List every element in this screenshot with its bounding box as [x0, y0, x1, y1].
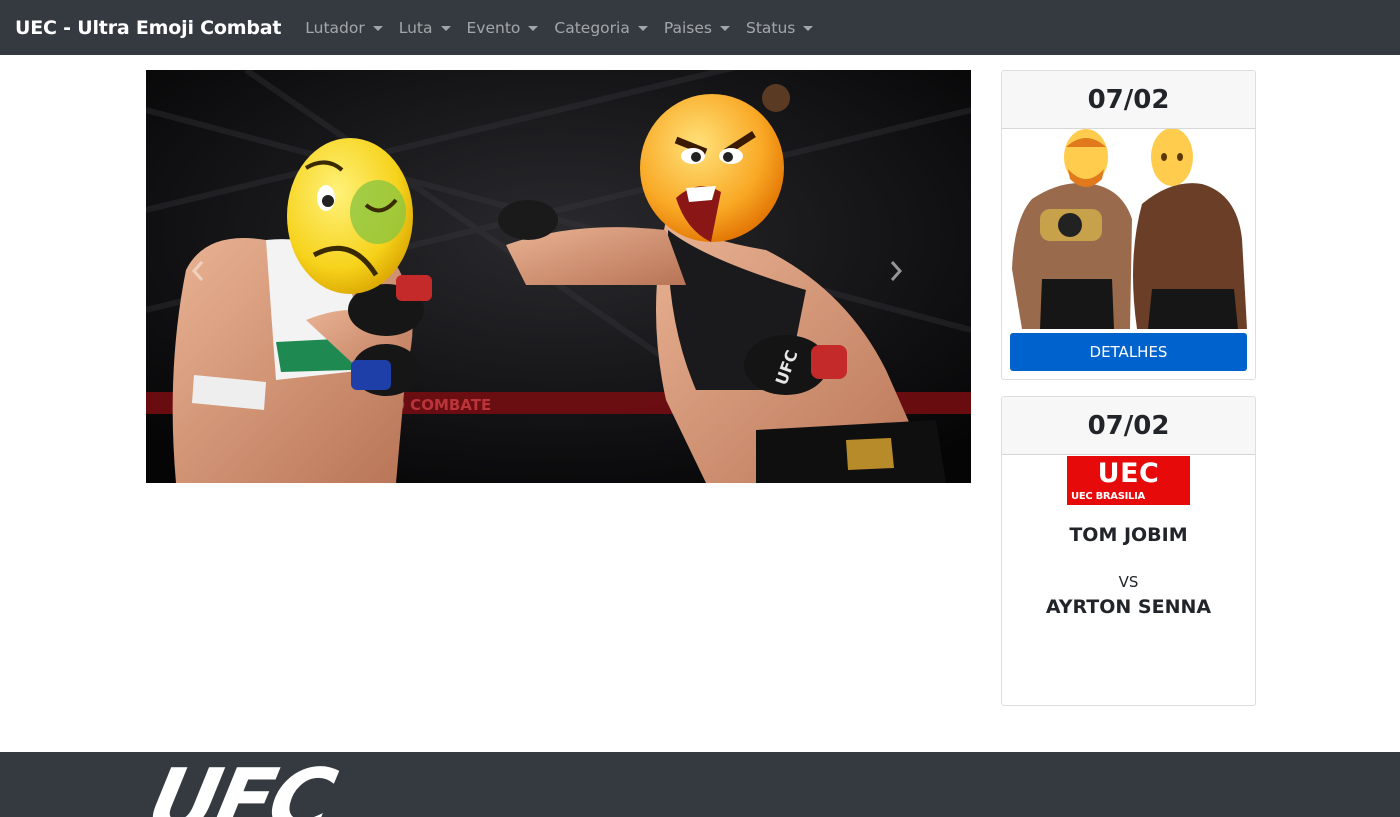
angry-emoji-icon [640, 94, 784, 242]
fighters-photo [1002, 129, 1255, 329]
fight-scene-image: UFC NO COMBATE UFC [146, 70, 971, 483]
bruised-emoji-icon [287, 138, 413, 294]
caret-down-icon [440, 26, 451, 31]
nav-dropdown-paises[interactable]: Paises [656, 19, 738, 37]
caret-down-icon [637, 26, 648, 31]
nav-label-categoria: Categoria [554, 18, 630, 37]
nav-dropdown-luta[interactable]: Luta [391, 19, 459, 37]
caret-down-icon [528, 26, 539, 31]
nav-dropdown-status[interactable]: Status [738, 19, 821, 37]
top-navbar: UEC - Ultra Emoji Combat Lutador Luta Ev… [0, 0, 1400, 55]
card-header: 07/02 [1002, 397, 1255, 455]
footer-logo: UEC [139, 752, 341, 817]
nav-dropdown-evento[interactable]: Evento [459, 19, 547, 37]
card-header: 07/02 [1002, 71, 1255, 129]
nav-label-lutador: Lutador [305, 18, 365, 37]
chevron-left-icon [191, 261, 204, 281]
navbar-brand[interactable]: UEC - Ultra Emoji Combat [15, 17, 281, 39]
hero-carousel: UFC NO COMBATE UFC [146, 70, 971, 483]
nav-dropdown-categoria[interactable]: Categoria [546, 19, 655, 37]
card-date: 07/02 [1087, 84, 1170, 115]
nav-label-status: Status [745, 18, 796, 37]
nav-label-paises: Paises [663, 18, 712, 37]
caret-down-icon [803, 26, 814, 31]
logo-main-text: UEC [1097, 458, 1160, 489]
carousel-next-button[interactable] [888, 260, 928, 300]
logo-sub-text: UEC BRASILIA [1071, 491, 1145, 502]
fighter-b-name: AYRTON SENNA [1045, 596, 1212, 618]
uec-brasilia-logo: UEC UEC BRASILIA [1067, 456, 1190, 505]
fight-card-featured: 07/02 DETALHES [1001, 70, 1256, 380]
nav-label-luta: Luta [398, 18, 433, 37]
caret-down-icon [372, 26, 383, 31]
chevron-right-icon [890, 261, 903, 281]
nav-label-evento: Evento [466, 18, 521, 37]
card-date: 07/02 [1087, 410, 1170, 441]
versus-label: VS [1118, 573, 1139, 591]
page-footer: UEC [0, 752, 1400, 817]
nav-dropdown-lutador[interactable]: Lutador [297, 19, 390, 37]
details-button[interactable]: DETALHES [1010, 333, 1247, 371]
caret-down-icon [719, 26, 730, 31]
carousel-prev-button[interactable] [190, 260, 230, 300]
fight-card-event: 07/02 UEC UEC BRASILIA TOM JOBIM VS AYRT… [1001, 396, 1256, 706]
fighter-a-name: TOM JOBIM [1069, 524, 1188, 546]
